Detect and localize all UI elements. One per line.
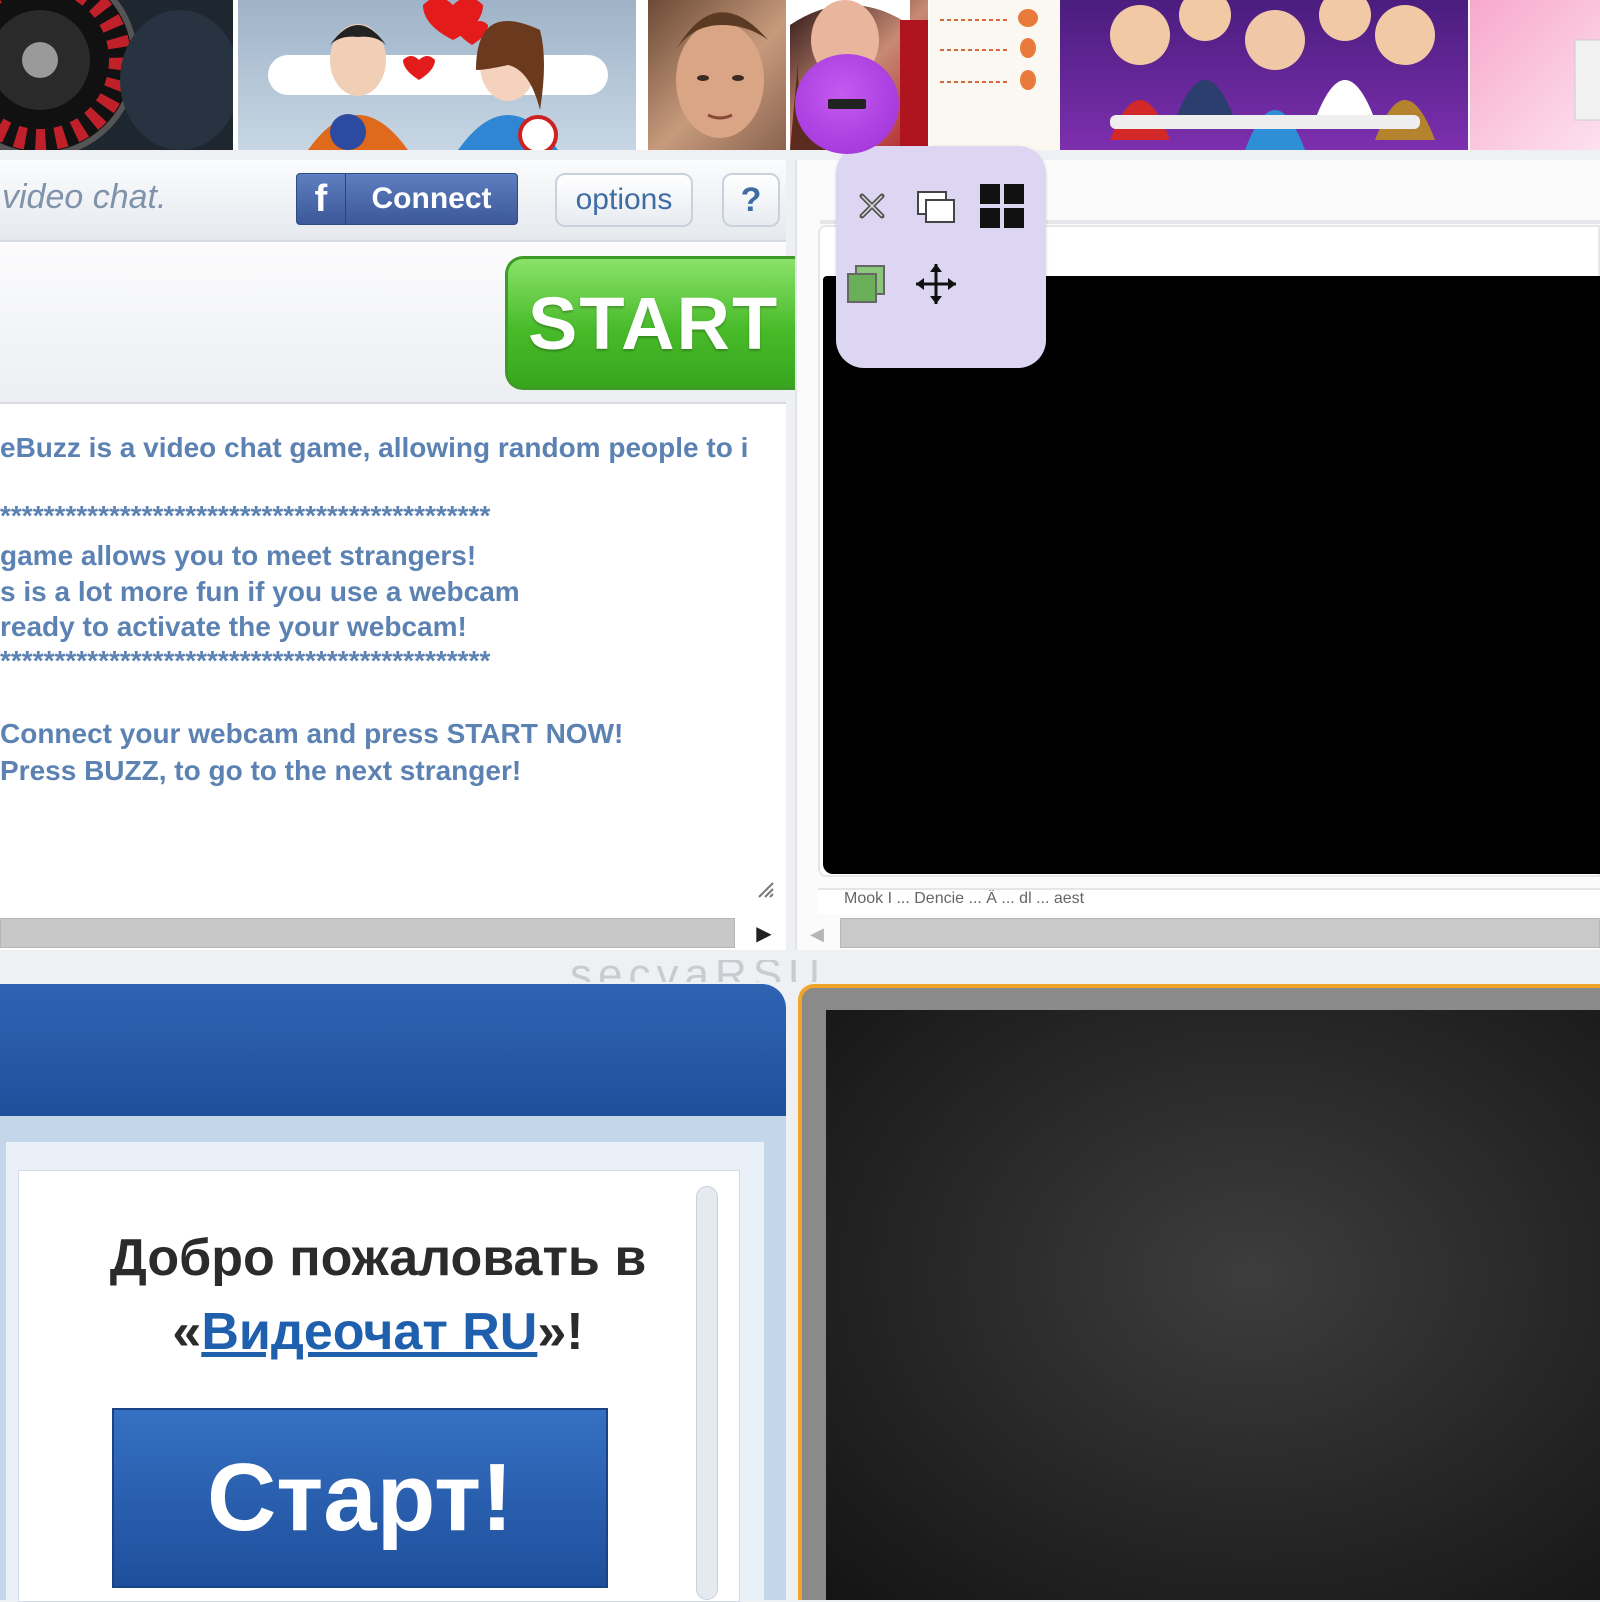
info-text-line: ready to activate the your webcam! [0,611,467,642]
welcome-heading-line2: «Видеочат RU»! [18,1302,738,1362]
restore-window-icon[interactable] [910,180,962,232]
roulette-wheel-icon [0,0,233,150]
minimize-button[interactable] [795,54,899,154]
thumbnail-group-people[interactable] [1060,0,1468,150]
thumbnail-pink[interactable] [1470,0,1600,150]
facebook-connect-button[interactable]: f Connect [296,173,518,225]
facebook-connect-label: Connect [371,182,492,215]
minus-icon [828,99,866,109]
thumbnail-man-portrait[interactable] [648,0,786,150]
text-list-icon [940,9,1038,90]
start-ru-button[interactable]: Старт! [112,1408,608,1588]
right-horizontal-scrollbar[interactable] [840,918,1600,948]
open-quote: « [172,1303,202,1361]
pink-thumbnail-icon [1574,39,1600,121]
layers-icon[interactable] [840,258,892,310]
help-button[interactable]: ? [722,173,780,227]
group-illustration-icon [1110,0,1435,150]
video-status-line: Mook I ... Dencie ... Ä ... dl ... aest [818,888,1600,914]
man-portrait-icon [676,12,768,138]
info-text-line: game allows you to meet strangers! [0,540,477,571]
scroll-right-arrow-icon[interactable]: ▶ [752,918,776,948]
couple-illustration-icon [268,0,608,150]
close-quote: »! [537,1303,584,1361]
info-text-line: eBuzz is a video chat game, allowing ran… [0,432,749,463]
facebook-f-icon: f [297,174,346,224]
info-text-line: s is a lot more fun if you use a webcam [0,576,520,607]
info-divider: ****************************************… [0,500,491,531]
videochat-ru-header [0,984,786,1116]
thumbnail-roulette[interactable] [0,0,233,150]
start-button[interactable]: START [505,256,805,390]
resize-grip-icon[interactable] [756,880,774,898]
webcam-noise-video [826,1010,1600,1600]
info-divider: ****************************************… [0,645,491,676]
move-arrows-icon[interactable] [910,258,962,310]
tile-grid-icon[interactable] [976,180,1028,232]
tagline-text: video chat. [2,178,167,216]
info-text-line: Press BUZZ, to go to the next stranger! [0,755,522,786]
thumbnail-strip [0,0,1600,150]
thumbnail-text-list[interactable] [930,0,1060,150]
videochat-ru-link[interactable]: Видеочат RU [201,1303,537,1361]
welcome-heading-line1: Добро пожаловать в [109,1229,647,1287]
info-text-line: Connect your webcam and press START NOW! [0,718,624,749]
options-button[interactable]: options [555,173,693,227]
thumbnail-couple[interactable] [238,0,636,150]
close-icon[interactable] [846,180,898,232]
left-horizontal-scrollbar[interactable] [0,918,735,948]
scroll-left-arrow-icon[interactable]: ◀ [808,920,826,948]
watermark-text: secvaRSU [570,960,826,982]
